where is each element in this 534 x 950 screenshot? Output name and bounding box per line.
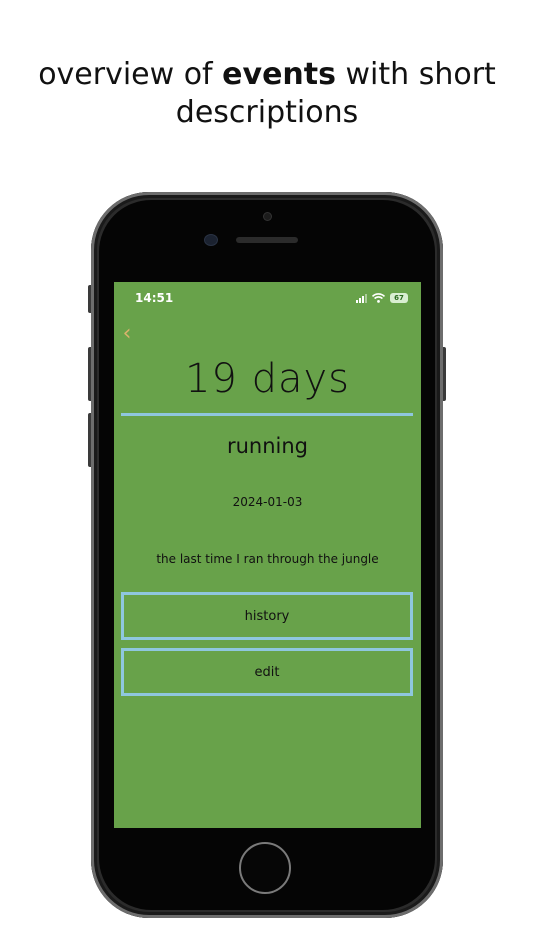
history-button-label: history <box>244 608 290 624</box>
edit-button-label: edit <box>254 664 280 680</box>
days-count-title: 19 days <box>184 356 351 402</box>
edit-button[interactable]: edit <box>121 648 413 696</box>
caption-bold-word: events <box>222 57 336 92</box>
cellular-signal-icon <box>356 293 367 303</box>
event-date: 2024-01-03 <box>232 495 303 509</box>
home-button[interactable] <box>239 842 291 894</box>
app-screen: 14:51 67 ‹ 19 days running 2024-01-03 th… <box>114 282 421 828</box>
battery-icon: 67 <box>390 293 408 303</box>
history-button[interactable]: history <box>121 592 413 640</box>
event-description: the last time I ran through the jungle <box>156 552 379 566</box>
caption-prefix: overview of <box>38 57 223 92</box>
promo-caption: overview of events with short descriptio… <box>0 56 534 132</box>
back-chevron-icon[interactable]: ‹ <box>118 322 136 346</box>
front-camera <box>264 213 271 220</box>
status-time: 14:51 <box>135 291 174 305</box>
earpiece-speaker <box>236 237 298 243</box>
status-icons: 67 <box>356 292 408 304</box>
wifi-icon <box>372 293 385 303</box>
caption-suffix: with short <box>335 57 496 92</box>
title-divider <box>121 413 413 416</box>
event-name: running <box>226 434 309 458</box>
proximity-sensor <box>205 235 217 245</box>
caption-line2: descriptions <box>175 95 359 130</box>
